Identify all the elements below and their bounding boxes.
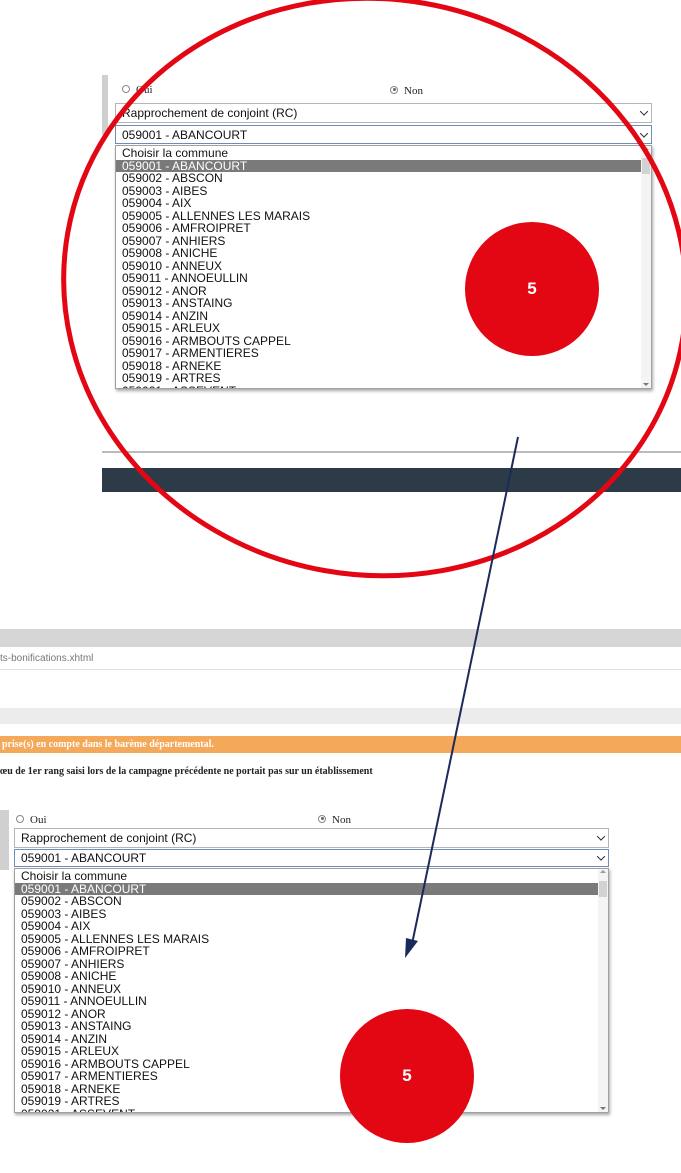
connector-arrow xyxy=(405,436,519,958)
arrow-head-icon xyxy=(405,938,418,958)
